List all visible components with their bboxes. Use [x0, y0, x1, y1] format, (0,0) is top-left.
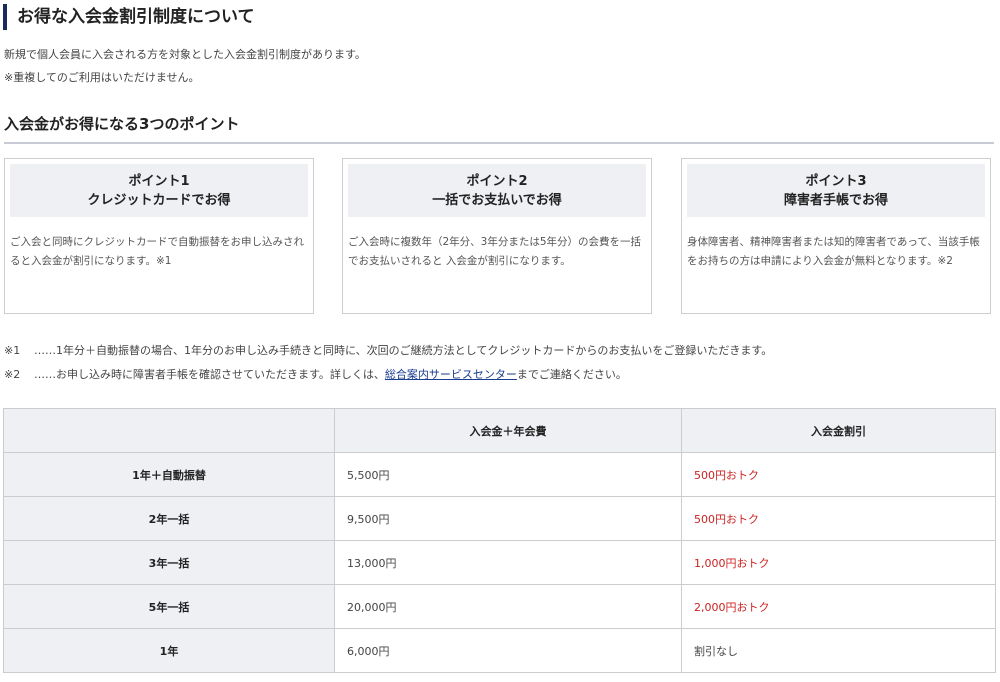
service-center-link[interactable]: 総合案内サービスセンター [385, 368, 517, 381]
discount-value: 割引なし [681, 628, 996, 673]
fee-value: 5,500円 [334, 452, 682, 497]
plan-name: 3年一括 [3, 540, 335, 585]
point-card-1: ポイント1 クレジットカードでお得 ご入会と同時にクレジットカードで自動振替をお… [4, 158, 314, 314]
point-card-header: ポイント1 クレジットカードでお得 [10, 164, 308, 217]
discount-value: 500円おトク [681, 452, 996, 497]
table-row: 2年一括 9,500円 500円おトク [3, 496, 996, 541]
fee-value: 6,000円 [334, 628, 682, 673]
point-label: ポイント2 [466, 173, 528, 189]
point-card-header: ポイント2 一括でお支払いでお得 [348, 164, 646, 217]
point-title: 障害者手帳でお得 [783, 192, 888, 208]
table-header-row: 入会金＋年会費 入会金割引 [3, 408, 996, 453]
point-card-2: ポイント2 一括でお支払いでお得 ご入会時に複数年（2年分、3年分または5年分）… [342, 158, 652, 314]
footnote-2: ※2 ……お申し込み時に障害者手帳を確認させていただきます。詳しくは、総合案内サー… [4, 367, 627, 383]
points-heading: 入会金がお得になる3つのポイント [4, 112, 994, 144]
point-label: ポイント3 [805, 173, 867, 189]
table-row: 3年一括 13,000円 1,000円おトク [3, 540, 996, 585]
intro-note: ※重複してのご利用はいただけません。 [4, 71, 200, 84]
table-row: 1年＋自動振替 5,500円 500円おトク [3, 452, 996, 497]
point-title: クレジットカードでお得 [87, 192, 231, 208]
footnote-text: ……1年分＋自動振替の場合、1年分のお申し込み手続きと同時に、次回のご継続方法と… [34, 344, 773, 357]
table-row: 1年 6,000円 割引なし [3, 628, 996, 673]
fee-value: 20,000円 [334, 584, 682, 629]
fee-value: 9,500円 [334, 496, 682, 541]
footnote-text: ……お申し込み時に障害者手帳を確認させていただきます。詳しくは、 [34, 368, 385, 381]
plan-name: 5年一括 [3, 584, 335, 629]
plan-name: 1年＋自動振替 [3, 452, 335, 497]
table-header-discount: 入会金割引 [681, 408, 996, 453]
plan-name: 2年一括 [3, 496, 335, 541]
discount-value: 500円おトク [681, 496, 996, 541]
point-title: 一括でお支払いでお得 [432, 192, 562, 208]
plan-name: 1年 [3, 628, 335, 673]
table-header-fee: 入会金＋年会費 [334, 408, 682, 453]
footnote-mark: ※1 [4, 344, 21, 357]
footnote-1: ※1 ……1年分＋自動振替の場合、1年分のお申し込み手続きと同時に、次回のご継続方… [4, 343, 772, 359]
footnote-mark: ※2 [4, 368, 21, 381]
point-description: ご入会時に複数年（2年分、3年分または5年分）の会費を一括でお支払いされると 入… [348, 236, 642, 267]
footnote-text-tail: までご連絡ください。 [516, 368, 627, 381]
table-row: 5年一括 20,000円 2,000円おトク [3, 584, 996, 629]
discount-value: 2,000円おトク [681, 584, 996, 629]
table-header-blank [3, 408, 335, 453]
intro-text: 新規で個人会員に入会される方を対象とした入会金割引制度があります。 [4, 48, 366, 61]
point-card-header: ポイント3 障害者手帳でお得 [687, 164, 985, 217]
fee-value: 13,000円 [334, 540, 682, 585]
page-title: お得な入会金割引制度について [3, 4, 255, 30]
point-description: 身体障害者、精神障害者または知的障害者であって、当該手帳をお持ちの方は申請により… [687, 236, 980, 267]
point-card-3: ポイント3 障害者手帳でお得 身体障害者、精神障害者または知的障害者であって、当… [681, 158, 991, 314]
fee-table: 入会金＋年会費 入会金割引 1年＋自動振替 5,500円 500円おトク 2年一… [3, 408, 996, 673]
point-label: ポイント1 [128, 173, 190, 189]
discount-value: 1,000円おトク [681, 540, 996, 585]
point-description: ご入会と同時にクレジットカードで自動振替をお申し込みされると入会金が割引になりま… [10, 236, 304, 267]
page: お得な入会金割引制度について 新規で個人会員に入会される方を対象とした入会金割引… [0, 0, 1000, 682]
